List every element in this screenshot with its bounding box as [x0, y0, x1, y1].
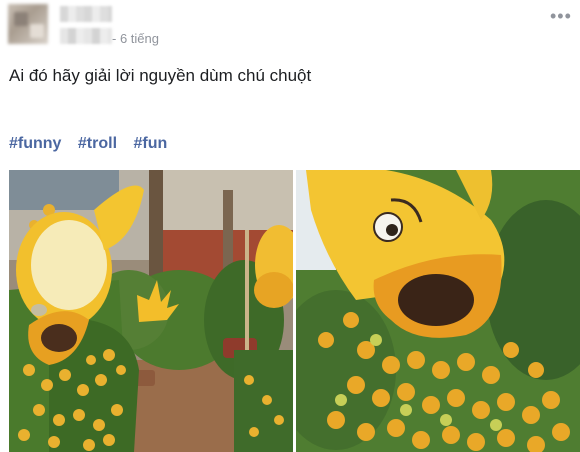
- post-photo-left[interactable]: [9, 170, 293, 452]
- post-header: - 6 tiếng •••: [0, 0, 580, 56]
- post-photo-right[interactable]: [296, 170, 580, 452]
- hashtag-list: #funny #troll #fun: [9, 135, 179, 153]
- blurred-author-name[interactable]: [60, 6, 112, 22]
- blurred-author-subtitle: [60, 28, 112, 44]
- kumquat-mouse-garden-image: [9, 170, 293, 452]
- kumquat-mouse-closeup-image: [296, 170, 580, 452]
- avatar[interactable]: [8, 4, 48, 44]
- post-text: Ai đó hãy giải lời nguyền dùm chú chuột: [9, 66, 312, 85]
- hashtag-fun[interactable]: #fun: [133, 135, 167, 152]
- hashtag-troll[interactable]: #troll: [78, 135, 117, 152]
- post-timestamp[interactable]: - 6 tiếng: [112, 31, 159, 46]
- hashtag-funny[interactable]: #funny: [9, 135, 61, 152]
- more-options-icon[interactable]: •••: [550, 6, 572, 27]
